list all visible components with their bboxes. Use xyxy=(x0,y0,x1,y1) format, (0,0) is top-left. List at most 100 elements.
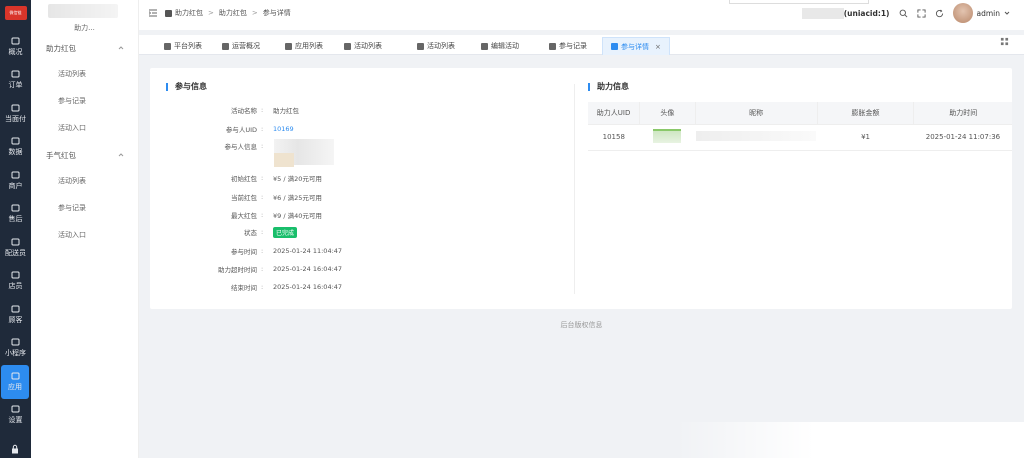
rail-item-staff[interactable]: 店员 xyxy=(0,265,31,299)
cell-time: 2025-01-24 11:07:36 xyxy=(913,124,1012,151)
rail-item-customer[interactable]: 顾客 xyxy=(0,298,31,332)
submenu-item[interactable]: 活动列表 xyxy=(31,61,138,88)
search-icon[interactable] xyxy=(899,9,908,18)
rail-item-label: 当面付 xyxy=(5,114,26,123)
tab-icon xyxy=(611,43,618,50)
field-value: ¥6 / 满25元可用 xyxy=(273,194,322,202)
orders-icon xyxy=(11,70,20,78)
field-value[interactable]: 10169 xyxy=(273,125,294,133)
col-header-avatar: 头像 xyxy=(639,102,696,125)
field-colon: : xyxy=(261,125,264,133)
rail-item-mini-program[interactable]: 小程序 xyxy=(0,332,31,366)
field-colon: : xyxy=(261,174,264,182)
app-logo[interactable]: 微信链 xyxy=(4,6,27,20)
field-label: 参与人UID xyxy=(225,126,257,134)
tab-icon xyxy=(549,42,556,50)
breadcrumb-item[interactable]: 助力红包 xyxy=(175,8,203,18)
username: admin xyxy=(976,8,1001,18)
field-row: 助力超时时间: 2025-01-24 16:04:47 xyxy=(150,263,410,275)
tab-item[interactable]: 应用列表 xyxy=(285,37,323,55)
field-colon: : xyxy=(261,193,264,201)
submenu-item[interactable]: 活动入口 xyxy=(31,222,138,249)
tab-item[interactable]: 编辑活动 xyxy=(481,37,519,55)
customer-icon xyxy=(11,305,20,313)
secondary-menu: 助力... 助力红包 活动列表 参与记录 活动入口 手气红包 活动列表 参与记录 活动入口 xyxy=(31,0,139,458)
tab-label: 活动列表 xyxy=(354,42,382,50)
field-label: 助力超时时间 xyxy=(218,266,257,274)
status-badge: 已完成 xyxy=(273,226,298,238)
submenu-item[interactable]: 参与记录 xyxy=(31,195,138,222)
refresh-icon[interactable] xyxy=(935,9,944,18)
submenu-item[interactable]: 活动入口 xyxy=(31,115,138,142)
data-icon xyxy=(11,137,20,145)
rail-item-label: 售后 xyxy=(8,215,23,224)
apps-icon xyxy=(11,372,19,380)
rail-item-overview[interactable]: 概况 xyxy=(0,30,31,64)
rail-item-face-pay[interactable]: 当面付 xyxy=(0,97,31,131)
field-label: 参与人信息 xyxy=(224,143,258,151)
tab-item[interactable]: 活动列表 xyxy=(344,37,382,55)
grid-menu-icon[interactable] xyxy=(1000,37,1009,46)
user-menu[interactable]: admin xyxy=(952,3,1011,23)
participant-info-blurred xyxy=(274,139,334,167)
submenu-item[interactable]: 活动列表 xyxy=(31,168,138,195)
helper-nickname-blurred xyxy=(696,131,817,141)
lock-icon[interactable] xyxy=(10,444,20,454)
submenu-group-label: 助力红包 xyxy=(46,43,76,53)
cell-amount: ¥1 xyxy=(817,124,914,151)
rail-item-label: 数据 xyxy=(8,148,23,157)
submenu-group[interactable]: 助力红包 xyxy=(31,41,138,55)
fullscreen-icon[interactable] xyxy=(916,8,926,18)
field-colon: : xyxy=(261,247,264,255)
detail-card: 参与信息 活动名称: 助力红包 参与人UID: 10169 参与人信息: 初始红包: ¥5 … xyxy=(150,68,1012,309)
submenu-group-label: 手气红包 xyxy=(46,150,76,160)
submenu-item[interactable]: 参与记录 xyxy=(31,88,138,115)
table-header-row: 助力人UID 头像 昵称 膨胀金额 助力时间 xyxy=(588,102,1012,125)
field-row: 初始红包: ¥5 / 满20元可用 xyxy=(150,172,410,184)
submenu-group[interactable]: 手气红包 xyxy=(31,148,138,162)
field-colon: : xyxy=(261,283,264,291)
field-row: 参与人UID: 10169 xyxy=(150,123,410,135)
helper-avatar-blurred xyxy=(653,129,682,143)
field-value: 2025-01-24 16:04:47 xyxy=(273,265,343,273)
tab-label: 运营概况 xyxy=(232,42,260,50)
chevron-down-icon xyxy=(1004,11,1010,15)
rail-item-apps[interactable]: 应用 xyxy=(1,365,29,399)
tab-label: 平台列表 xyxy=(174,42,202,50)
rail-item-label: 商户 xyxy=(8,181,23,190)
rail-item-settings[interactable]: 设置 xyxy=(0,399,31,433)
tab-item[interactable]: 平台列表 xyxy=(164,37,202,55)
cell-nickname xyxy=(695,124,818,151)
field-label: 结束时间 xyxy=(231,284,257,292)
breadcrumb: 助力红包 > 助力红包 > 参与详情 xyxy=(149,8,291,18)
settings-icon xyxy=(11,405,20,413)
rail-item-label: 概况 xyxy=(8,47,23,56)
field-row: 最大红包: ¥9 / 满40元可用 xyxy=(150,209,410,221)
staff-icon xyxy=(11,271,20,279)
close-icon[interactable]: × xyxy=(655,43,661,51)
bottom-overlay xyxy=(675,422,1024,458)
menu-fold-icon[interactable] xyxy=(149,9,157,17)
breadcrumb-item[interactable]: 助力红包 xyxy=(219,8,247,18)
rail-item-orders[interactable]: 订单 xyxy=(0,64,31,98)
rail-item-after-sales[interactable]: 售后 xyxy=(0,198,31,232)
participant-avatar-blurred xyxy=(274,153,294,167)
rail-item-label: 店员 xyxy=(8,282,23,291)
merchant-icon xyxy=(11,171,20,179)
tab-item[interactable]: 活动列表 xyxy=(417,37,455,55)
breadcrumb-item: 参与详情 xyxy=(262,9,291,17)
tab-item[interactable]: 运营概况 xyxy=(222,37,260,55)
tab-icon xyxy=(285,42,292,50)
rail-item-label: 小程序 xyxy=(5,349,26,358)
mini-program-icon xyxy=(11,338,20,346)
overview-icon xyxy=(11,37,20,45)
tab-item[interactable]: 参与记录 xyxy=(549,37,587,55)
tab-item[interactable]: 参与详情 × xyxy=(602,37,670,55)
field-label: 参与时间 xyxy=(231,248,257,256)
top-header: 助力红包 > 助力红包 > 参与详情 (uniacid:1) admin xyxy=(139,0,1024,30)
rail-item-label: 应用 xyxy=(8,382,22,391)
rail-item-data[interactable]: 数据 xyxy=(0,131,31,165)
rail-item-merchant[interactable]: 商户 xyxy=(0,164,31,198)
tab-icon xyxy=(344,42,351,50)
rail-item-courier[interactable]: 配送员 xyxy=(0,231,31,265)
